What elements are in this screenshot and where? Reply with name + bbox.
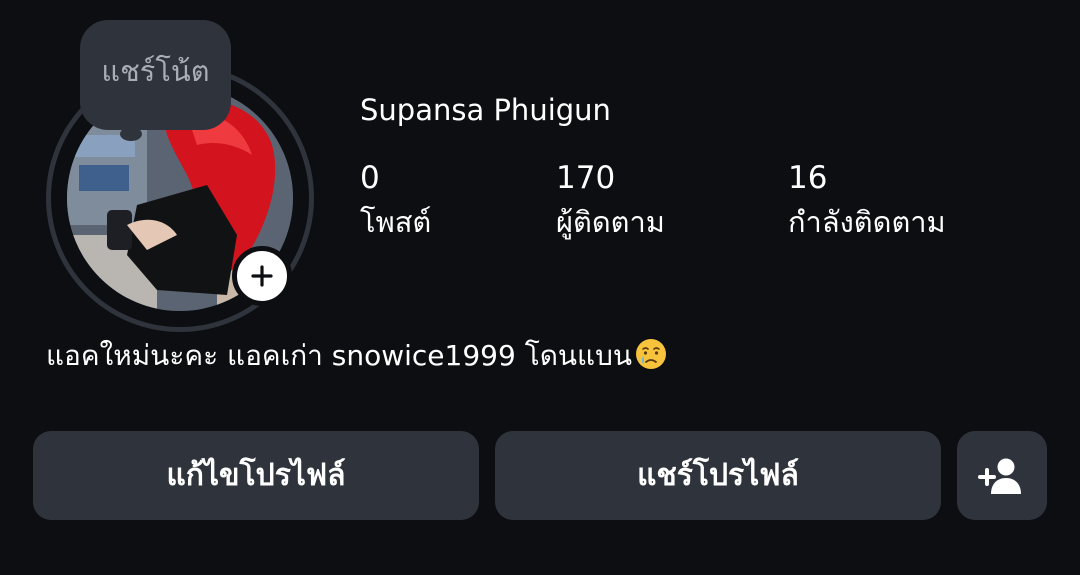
followers-label: ผู้ติดตาม xyxy=(556,205,665,239)
followers-count: 170 xyxy=(556,160,616,196)
plus-icon xyxy=(251,265,273,287)
note-bubble-tail xyxy=(120,127,142,141)
crying-face-emoji-icon xyxy=(636,339,667,369)
profile-name: Supansa Phuigun xyxy=(360,93,611,127)
edit-profile-button[interactable]: แก้ไขโปรไฟล์ xyxy=(33,431,479,520)
profile-bio: แอคใหม่นะคะ แอคเก่า snowice1999 โดนแบน xyxy=(46,335,668,377)
share-profile-label: แชร์โปรไฟล์ xyxy=(637,458,799,493)
posts-count: 0 xyxy=(360,160,380,196)
following-label: กำลังติดตาม xyxy=(788,205,946,239)
bio-text: แอคใหม่นะคะ แอคเก่า snowice1999 โดนแบน xyxy=(46,339,633,372)
edit-profile-label: แก้ไขโปรไฟล์ xyxy=(166,458,346,493)
stat-following[interactable]: 16 กำลังติดตาม xyxy=(788,158,946,244)
stat-posts[interactable]: 0 โพสต์ xyxy=(360,158,431,244)
share-note-bubble[interactable]: แชร์โน้ต xyxy=(80,20,231,130)
add-person-icon xyxy=(978,458,1021,494)
add-story-button[interactable] xyxy=(232,246,292,306)
posts-label: โพสต์ xyxy=(360,205,432,239)
discover-people-button[interactable] xyxy=(957,431,1047,520)
stat-followers[interactable]: 170 ผู้ติดตาม xyxy=(556,158,665,244)
note-label: แชร์โน้ต xyxy=(101,54,210,88)
profile-page: แชร์โน้ต Supansa Phuigun 0 โพสต์ 170 ผู้… xyxy=(0,0,1080,575)
share-profile-button[interactable]: แชร์โปรไฟล์ xyxy=(495,431,941,520)
following-count: 16 xyxy=(788,160,828,196)
